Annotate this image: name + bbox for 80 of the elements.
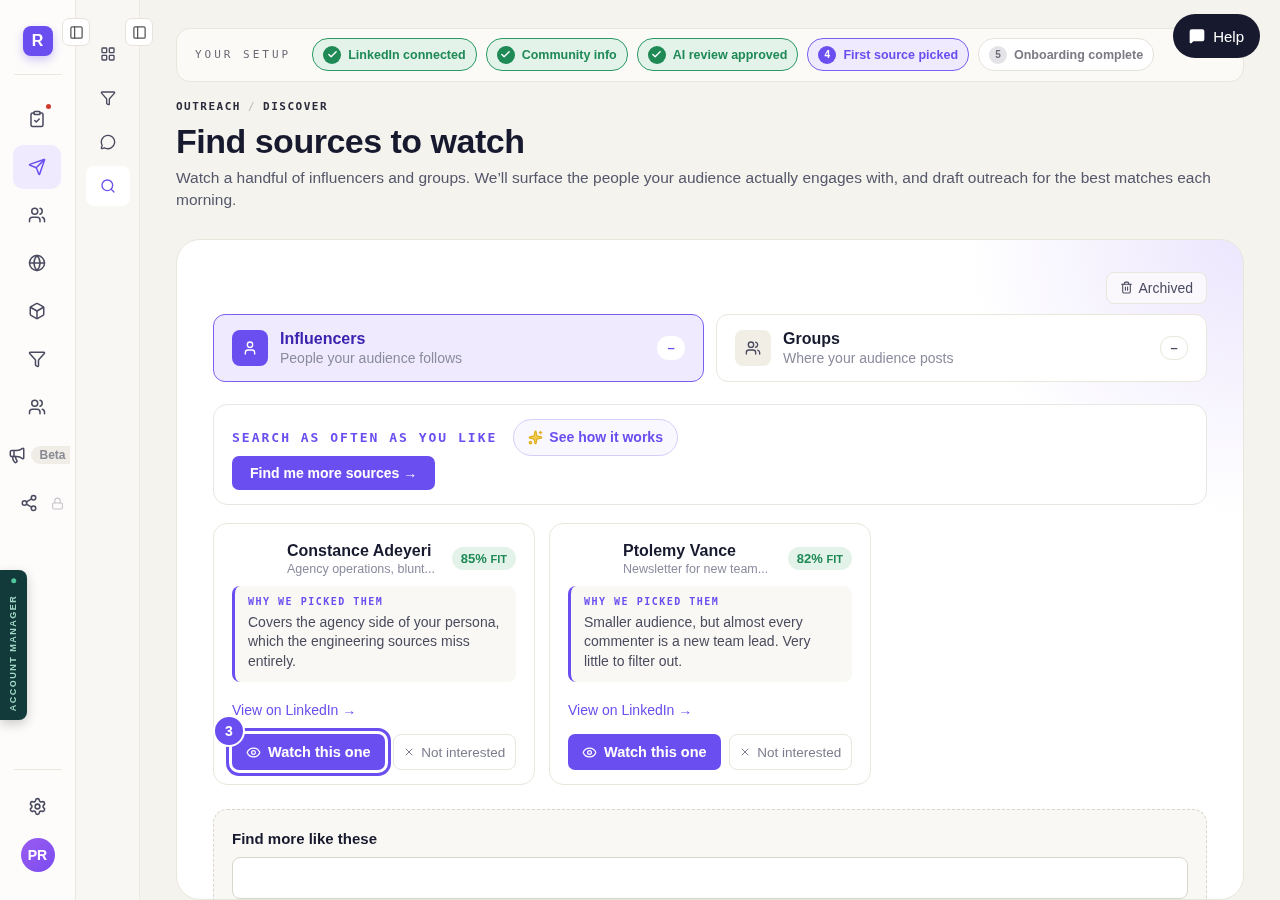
panel-icon [131,24,147,40]
eye-icon [582,744,597,760]
source-subtitle: Agency operations, blunt... [287,561,436,576]
setup-step[interactable]: 4 First source picked [807,38,969,72]
fit-badge: 82% FIT [787,547,852,570]
subnav-item[interactable] [85,166,130,206]
reason-label: WHY WE PICKED THEM [248,595,385,607]
account-manager-tab[interactable]: ACCOUNT MANAGER [0,570,27,720]
not-interested-button[interactable]: Not interested [392,734,516,770]
clipboard-check-icon [28,110,47,128]
source-type-tab[interactable]: Influencers People your audience follows – [213,313,704,382]
setup-step[interactable]: Community info [485,38,628,72]
beta-tag: Beta [31,446,70,464]
setup-step[interactable]: 5 Onboarding complete [978,38,1155,72]
person-icon [232,329,268,366]
source-type-subtitle: Where your audience posts [783,349,955,366]
people-icon [735,329,771,366]
filter-icon [99,90,116,106]
globe-icon [28,254,47,272]
app-logo[interactable]: R [22,26,53,56]
archived-button[interactable]: Archived [1105,271,1207,304]
megaphone-icon [8,446,27,464]
nav-item[interactable] [13,145,62,189]
chat-icon [1189,28,1206,44]
filter-icon [28,350,47,368]
user-avatar[interactable]: PR [20,838,55,872]
source-type-tab[interactable]: Groups Where your audience posts – [716,313,1207,382]
reason-label: WHY WE PICKED THEM [584,595,721,607]
linkedin-link[interactable]: View on LinkedIn → [568,702,693,718]
check-icon [496,45,515,64]
people-icon [28,206,47,224]
box-icon [28,302,47,320]
eye-icon [246,744,261,760]
find-sources-button[interactable]: Find me more sources → [232,455,436,490]
sparkles-icon [528,429,544,445]
page-description: Watch a handful of influencers and groups. We’ll surface the people your audience actually engages with, and draft outreach for the best matches each morning. [176,167,1212,210]
reason-text: Smaller audience, but almost every commenter is a new team lead. Very little to filter out. [584,612,812,671]
sidebar-toggle[interactable] [125,18,153,46]
tour-step-badge: 3 [213,715,245,747]
source-type-title: Groups [783,329,841,348]
not-interested-button[interactable]: Not interested [728,734,852,770]
sidebar-toggle[interactable] [62,18,90,46]
search-label: SEARCH AS OFTEN AS YOU LIKE [232,429,498,445]
step-number: 4 [818,45,837,64]
linkedin-link[interactable]: View on LinkedIn → [232,702,357,718]
breadcrumb-separator: / [248,99,257,113]
setup-label: YOUR SETUP [195,48,292,62]
grid-icon [99,46,116,62]
status-dot-icon [11,578,16,584]
input-field[interactable] [232,857,1188,899]
source-name: Ptolemy Vance [623,541,737,560]
page-title: Find sources to watch [176,121,526,161]
chat-bubble-icon [99,134,116,150]
watch-button[interactable]: Watch this one [568,734,721,770]
source-name: Constance Adeyeri [287,541,433,560]
check-icon [647,45,666,64]
help-button[interactable]: Help [1173,14,1260,58]
send-icon [28,158,47,176]
how-it-works-button[interactable]: See how it works [513,418,678,456]
step-number: 5 [989,45,1007,64]
source-subtitle: Newsletter for new team... [623,561,770,576]
source-type-subtitle: People your audience follows [280,349,464,366]
share-icon [20,494,38,512]
check-icon [323,45,342,64]
bin-icon [1119,281,1133,294]
breadcrumb-item: DISCOVER [263,99,329,113]
side-tab-label: ACCOUNT MANAGER [8,594,19,712]
people-icon [28,398,47,416]
fit-badge: 85% FIT [451,547,516,570]
section-title: Find more like these [232,830,379,847]
source-type-title: Influencers [280,329,367,348]
breadcrumb-item[interactable]: OUTREACH [176,99,241,113]
count-pill: – [1160,335,1188,360]
setup-step[interactable]: LinkedIn connected [312,38,477,72]
panel-icon [68,24,84,40]
setup-step[interactable]: AI review approved [636,38,799,72]
count-pill: – [657,335,685,360]
settings-icon [28,796,47,816]
reason-text: Covers the agency side of your persona, which the engineering sources miss entirely. [248,612,501,671]
search-icon [99,178,116,194]
